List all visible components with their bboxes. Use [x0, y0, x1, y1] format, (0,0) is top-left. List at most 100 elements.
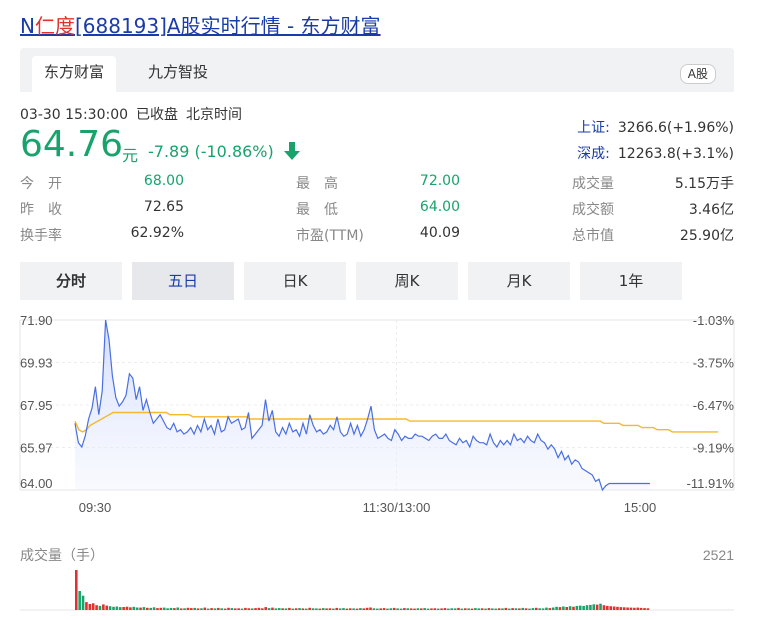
- index-shenzhen: 深成: 12263.8(+3.1%): [577, 143, 734, 163]
- volume-bar: [217, 607, 220, 610]
- volume-bar: [582, 606, 585, 610]
- volume-bar: [436, 608, 440, 610]
- volume-bar: [342, 608, 345, 610]
- title-stock-name: 仁度: [34, 14, 75, 38]
- volume-bar: [294, 608, 298, 610]
- volume-bar: [636, 607, 640, 610]
- x-tick-label: 09:30: [79, 500, 112, 515]
- volume-bar: [315, 608, 318, 610]
- volume-bar: [169, 607, 173, 610]
- stat-turnover-label: 换手率: [20, 228, 62, 244]
- volume-bar: [470, 608, 474, 610]
- volume-bar: [166, 608, 169, 610]
- volume-bar: [277, 608, 281, 610]
- volume-bar: [551, 607, 555, 610]
- volume-bar: [612, 606, 616, 610]
- volume-bar: [176, 607, 180, 610]
- volume-bar: [318, 608, 322, 610]
- index-shenzhen-value: 12263.8(+3.1%): [617, 146, 734, 162]
- page-title[interactable]: N仁度[688193]A股实时行情 - 东方财富: [20, 10, 381, 39]
- stat-open: 今 开 68.00: [20, 173, 184, 193]
- volume-bar: [541, 608, 545, 610]
- volume-bar: [321, 608, 325, 610]
- y-tick-label-right: -9.19%: [693, 441, 735, 456]
- volume-bar: [257, 607, 261, 610]
- index-shanghai-name[interactable]: 上证:: [577, 120, 610, 136]
- volume-label: 成交量（手）: [20, 547, 104, 564]
- volume-bar: [125, 606, 129, 610]
- volume-bar: [156, 608, 159, 610]
- tab-one-year[interactable]: 1年: [580, 262, 682, 300]
- volume-bar: [626, 607, 629, 610]
- volume-bar: [142, 607, 146, 610]
- volume-bar: [480, 608, 484, 610]
- volume-bar: [467, 608, 470, 610]
- volume-bar: [173, 608, 176, 610]
- volume-bar: [531, 608, 535, 610]
- index-shenzhen-name[interactable]: 深成:: [577, 146, 610, 162]
- volume-bar: [609, 606, 612, 610]
- volume-bar: [122, 607, 125, 610]
- volume-bar: [274, 608, 278, 610]
- tab-five-day[interactable]: 五日: [132, 262, 234, 300]
- y-tick-label-right: -1.03%: [693, 313, 735, 328]
- volume-bar: [179, 608, 183, 610]
- volume-bar: [524, 608, 528, 610]
- volume-bar: [538, 608, 541, 610]
- volume-bar: [85, 602, 88, 610]
- price-change: -7.89 (-10.86%): [148, 142, 274, 161]
- volume-bar: [328, 608, 332, 610]
- volume-bar: [247, 608, 251, 610]
- stat-mktcap-value: 25.90亿: [679, 228, 734, 244]
- stat-open-value: 68.00: [143, 173, 184, 189]
- volume-bar: [423, 608, 426, 610]
- stat-mktcap-label: 总市值: [572, 228, 614, 244]
- stat-pe-value: 40.09: [419, 225, 460, 241]
- volume-bar: [223, 608, 227, 610]
- volume-bar: [440, 608, 443, 610]
- stat-low-value: 64.00: [419, 199, 460, 215]
- tab-weekly-k[interactable]: 周K: [356, 262, 458, 300]
- volume-bar: [592, 604, 596, 610]
- volume-bar: [98, 605, 102, 610]
- volume-bar: [146, 607, 149, 610]
- tab-monthly-k[interactable]: 月K: [468, 262, 570, 300]
- stat-market-cap: 总市值 25.90亿: [572, 225, 734, 245]
- stat-prev-value: 72.65: [143, 199, 184, 215]
- volume-bar: [162, 607, 166, 610]
- tab-daily-k[interactable]: 日K: [244, 262, 346, 300]
- volume-bar: [355, 608, 359, 610]
- stat-pe-label: 市盈(TTM): [296, 228, 364, 244]
- tab-intraday[interactable]: 分时: [20, 262, 122, 300]
- volume-bar: [112, 606, 115, 610]
- volume-bar: [301, 608, 305, 610]
- volume-bar: [396, 608, 399, 610]
- y-tick-label-right: -11.91%: [687, 476, 735, 491]
- market-badge[interactable]: A股: [679, 64, 716, 84]
- volume-bar: [477, 608, 481, 610]
- volume-bar: [447, 608, 450, 610]
- volume-bar: [291, 608, 295, 610]
- volume-bar: [487, 608, 491, 610]
- y-tick-label-right: -6.47%: [693, 398, 735, 413]
- volume-bar: [399, 608, 403, 610]
- stat-amount-label: 成交额: [572, 202, 614, 218]
- volume-bar: [95, 605, 98, 610]
- intraday-chart[interactable]: 71.90 69.93 67.95 65.97 64.00 -1.03% -3.75% -6.…: [0, 306, 758, 620]
- stat-turnover: 换手率 62.92%: [20, 225, 184, 245]
- volume-bar: [264, 607, 267, 610]
- volume-bar: [578, 605, 582, 610]
- volume-bar: [511, 608, 514, 610]
- volume-bar: [595, 604, 599, 610]
- volume-bar: [254, 608, 257, 610]
- volume-bar: [379, 608, 382, 610]
- volume-bar: [501, 608, 504, 610]
- tab-eastmoney[interactable]: 东方财富: [32, 56, 117, 92]
- volume-bar: [514, 608, 518, 610]
- tab-jiufang[interactable]: 九方智投: [136, 56, 220, 92]
- volume-bar: [386, 608, 389, 610]
- volume-bar: [406, 608, 410, 610]
- volume-bar: [494, 608, 497, 610]
- volume-bar: [521, 607, 525, 610]
- stat-prev-label: 昨 收: [20, 202, 62, 218]
